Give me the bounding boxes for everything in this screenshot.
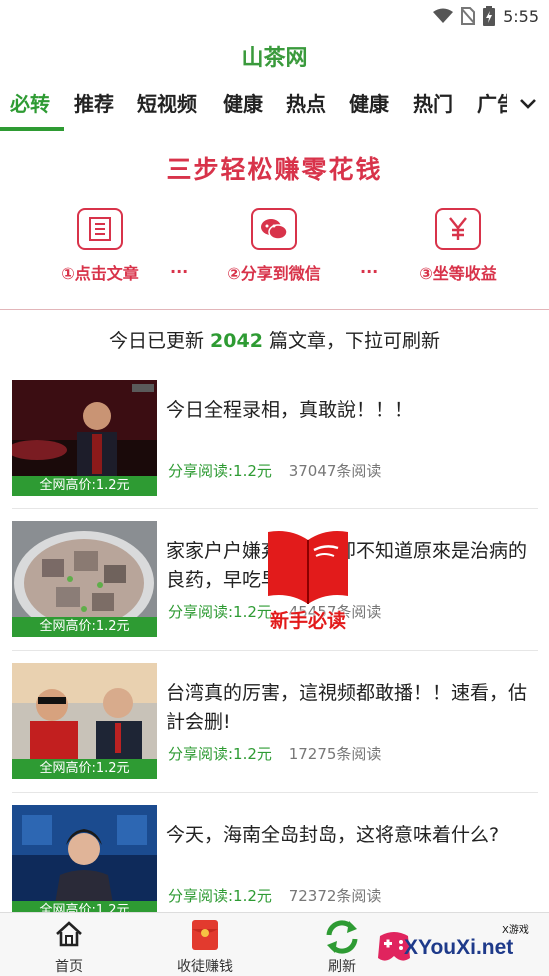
article-reads: 37047条阅读 bbox=[288, 462, 382, 480]
nav-home[interactable]: 首页 bbox=[14, 913, 124, 976]
home-icon bbox=[56, 921, 82, 947]
yuan-icon bbox=[435, 208, 481, 250]
article-title[interactable]: 今日全程录相，真敢說！！！ bbox=[166, 396, 538, 425]
article-meta: 分享阅读:1.2元 37047条阅读 bbox=[168, 460, 381, 481]
red-book-icon bbox=[268, 531, 348, 604]
category-tabs: 必转 推荐 短视频 健康 热点 健康 热门 广告 bbox=[0, 86, 549, 132]
divider bbox=[12, 650, 538, 651]
article-icon bbox=[77, 208, 123, 250]
status-bar: 5:55 bbox=[0, 0, 549, 34]
update-count: 2042 bbox=[210, 330, 263, 352]
status-icons: 5:55 bbox=[433, 6, 539, 26]
article-thumbnail: 全网高价:1.2元 bbox=[12, 805, 157, 921]
banner-step-3-label: ③坐等收益 bbox=[419, 264, 497, 283]
no-sim-icon bbox=[461, 7, 476, 25]
wechat-icon bbox=[251, 208, 297, 250]
nav-recruit[interactable]: 收徒赚钱 bbox=[150, 913, 260, 976]
banner-dots-2: ··· bbox=[360, 262, 379, 281]
banner-step-2-label: ②分享到微信 bbox=[227, 264, 321, 283]
tab-bizhuan[interactable]: 必转 bbox=[10, 86, 50, 122]
article-thumbnail: 全网高价:1.2元 bbox=[12, 380, 157, 496]
wifi-icon bbox=[433, 8, 454, 23]
beginner-guide-label: 新手必读 bbox=[269, 610, 346, 632]
divider bbox=[12, 792, 538, 793]
article-item[interactable]: 全网高价:1.2元 台湾真的厉害，這視频都敢播！！速看，估計会删! 分享阅读:1… bbox=[0, 663, 549, 795]
update-suffix: 篇文章，下拉可刷新 bbox=[268, 330, 440, 352]
tab-short-video[interactable]: 短视频 bbox=[137, 86, 197, 122]
article-reads: 72372条阅读 bbox=[288, 887, 382, 905]
price-badge: 全网高价:1.2元 bbox=[12, 617, 157, 637]
article-meta: 分享阅读:1.2元 72372条阅读 bbox=[168, 885, 381, 906]
refresh-icon bbox=[326, 920, 358, 954]
article-thumbnail: 全网高价:1.2元 bbox=[12, 521, 157, 637]
banner-step-3: ③坐等收益 bbox=[398, 208, 518, 284]
app-title: 山茶网 bbox=[241, 46, 308, 71]
divider bbox=[12, 508, 538, 509]
nav-home-label: 首页 bbox=[55, 959, 83, 975]
tab-hot-spot[interactable]: 热点 bbox=[286, 86, 326, 122]
price-badge: 全网高价:1.2元 bbox=[12, 759, 157, 779]
banner-step-1-label: ①点击文章 bbox=[61, 264, 139, 283]
site-watermark: X游戏 XYouXi.net bbox=[374, 918, 549, 976]
banner-step-2: ②分享到微信 bbox=[214, 208, 334, 284]
banner-dots-1: ··· bbox=[170, 262, 189, 281]
article-title[interactable]: 今天，海南全岛封岛，这将意味着什么? bbox=[166, 821, 538, 850]
beginner-guide-float[interactable]: 新手必读 bbox=[260, 522, 356, 634]
tab-health[interactable]: 健康 bbox=[223, 86, 263, 122]
article-reward: 分享阅读:1.2元 bbox=[168, 887, 272, 905]
chevron-down-icon bbox=[520, 99, 536, 109]
tab-popular[interactable]: 热门 bbox=[413, 86, 453, 122]
article-reward: 分享阅读:1.2元 bbox=[168, 603, 272, 621]
status-time: 5:55 bbox=[503, 6, 539, 26]
watermark-sub: X游戏 bbox=[502, 925, 529, 936]
banner-title: 三步轻松赚零花钱 bbox=[166, 155, 383, 184]
article-reward: 分享阅读:1.2元 bbox=[168, 745, 272, 763]
active-tab-indicator bbox=[0, 127, 64, 131]
article-title[interactable]: 台湾真的厉害，這視频都敢播！！速看，估計会删! bbox=[166, 679, 538, 737]
earn-banner[interactable]: 三步轻松赚零花钱 ①点击文章 ··· ②分享到微信 ··· ③坐等收益 bbox=[0, 134, 549, 310]
tab-recommend[interactable]: 推荐 bbox=[74, 86, 114, 122]
tab-health-2[interactable]: 健康 bbox=[349, 86, 389, 122]
price-badge: 全网高价:1.2元 bbox=[12, 476, 157, 496]
battery-icon bbox=[483, 6, 496, 26]
nav-recruit-label: 收徒赚钱 bbox=[177, 959, 233, 975]
red-envelope-icon bbox=[192, 920, 218, 950]
article-thumbnail: 全网高价:1.2元 bbox=[12, 663, 157, 779]
article-reward: 分享阅读:1.2元 bbox=[168, 462, 272, 480]
update-notice: 今日已更新 2042 篇文章，下拉可刷新 bbox=[0, 326, 549, 353]
article-meta: 分享阅读:1.2元 17275条阅读 bbox=[168, 743, 381, 764]
article-reads: 17275条阅读 bbox=[288, 745, 382, 763]
tabs-more-button[interactable] bbox=[507, 86, 549, 122]
banner-step-1: ①点击文章 bbox=[40, 208, 160, 284]
watermark-text: XYouXi.net bbox=[404, 936, 514, 959]
article-item[interactable]: 全网高价:1.2元 今日全程录相，真敢說！！！ 分享阅读:1.2元 37047条… bbox=[0, 380, 549, 512]
update-prefix: 今日已更新 bbox=[108, 330, 204, 352]
